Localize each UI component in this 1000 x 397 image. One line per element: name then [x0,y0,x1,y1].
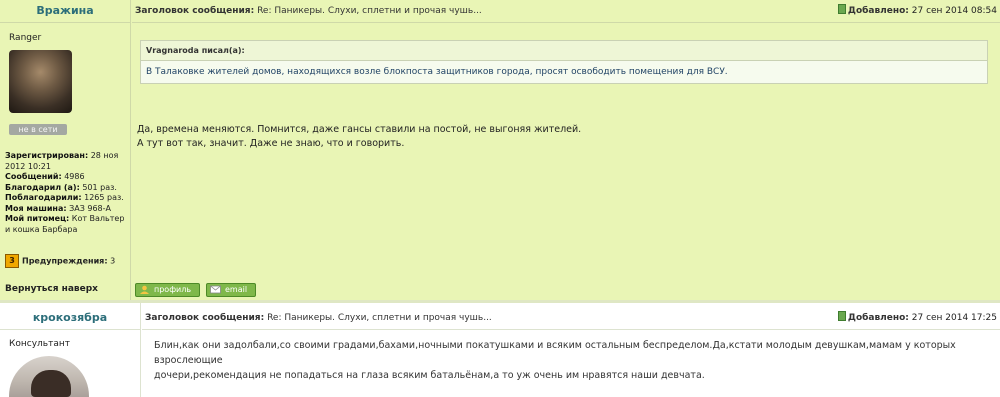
post-2-added-label: Добавлено: [847,313,909,323]
post-1-author-name[interactable]: Вражина [0,0,130,23]
pet-label: Мой питомец: [5,214,70,223]
post-1-avatar [9,50,72,113]
profile-button-label: профиль [154,285,192,294]
post-1-body-line: Да, времена меняются. Помнится, даже ган… [137,124,582,135]
was-thanked-value: 1265 раз. [84,193,124,202]
post-2-date: 27 сен 2014 17:25 [911,313,997,323]
post-1-quote: Vragnaroda писал(а): В Талаковке жителей… [140,40,988,84]
car-label: Моя машина: [5,203,67,213]
post-1-warnings: 3 Предупреждения: 3 [5,254,115,268]
email-button[interactable]: email [206,283,257,297]
post-2-rank: Консультант [9,339,70,349]
envelope-icon [210,285,221,294]
post-1-body: Да, времена меняются. Помнится, даже ган… [137,123,581,151]
messages-label: Сообщений: [5,172,62,181]
post-1-online-status: не в сети [9,124,67,135]
post-link-icon[interactable] [837,311,846,321]
post-1-rank: Ranger [9,33,42,43]
post-1-subject-label: Заголовок сообщения: [135,6,255,16]
post-1-body-line: А тут вот так, значит. Даже не знаю, что… [137,138,405,149]
post-link-icon[interactable] [837,4,846,14]
post-1-added-label: Добавлено: [847,6,909,16]
post-2-author-name[interactable]: крокозябра [0,307,140,330]
warnings-value: 3 [110,256,116,266]
quote-header: Vragnaroda писал(а): [141,41,987,61]
messages-value[interactable]: 4986 [64,172,84,181]
post-1-date-block: Добавлено: 27 сен 2014 08:54 [837,0,997,22]
post-2-body-line: Блин,как они задолбали,со своими градами… [154,340,956,366]
post-2-subject-bar: Заголовок сообщения: Re: Паникеры. Слухи… [142,307,1000,330]
registered-label: Зарегистрирован: [5,151,89,160]
post-1-user-stats: Зарегистрирован: 28 ноя 2012 10:21 Сообщ… [5,151,127,235]
avatar-silhouette [31,370,71,397]
thanked-label: Благодарил (а): [5,182,80,192]
profile-button[interactable]: профиль [135,283,201,297]
back-to-top-link[interactable]: Вернуться наверх [5,284,98,294]
quote-text: В Талаковке жителей домов, находящихся в… [146,67,728,77]
post-1: Вражина Заголовок сообщения: Re: Паникер… [0,0,1000,300]
car-value: ЗАЗ 968-А [69,203,111,213]
post-2-body: Блин,как они задолбали,со своими градами… [154,338,994,383]
email-button-label: email [225,285,248,294]
post-1-date: 27 сен 2014 08:54 [911,6,997,16]
post-2-subject-label: Заголовок сообщения: [145,313,265,323]
post-2-date-block: Добавлено: 27 сен 2014 17:25 [837,307,997,329]
post-2-subject: Re: Паникеры. Слухи, сплетни и прочая чу… [267,313,492,323]
post-1-subject: Re: Паникеры. Слухи, сплетни и прочая чу… [257,6,482,16]
user-icon [140,285,149,294]
thanked-value: 501 раз. [82,182,117,192]
warning-icon: 3 [5,254,19,268]
post-2-body-line: дочери,рекомендация не попадаться на гла… [154,370,705,381]
was-thanked-label: Поблагодарили: [5,193,82,202]
post-1-subject-bar: Заголовок сообщения: Re: Паникеры. Слухи… [132,0,1000,23]
warnings-label: Предупреждения: [22,256,108,266]
